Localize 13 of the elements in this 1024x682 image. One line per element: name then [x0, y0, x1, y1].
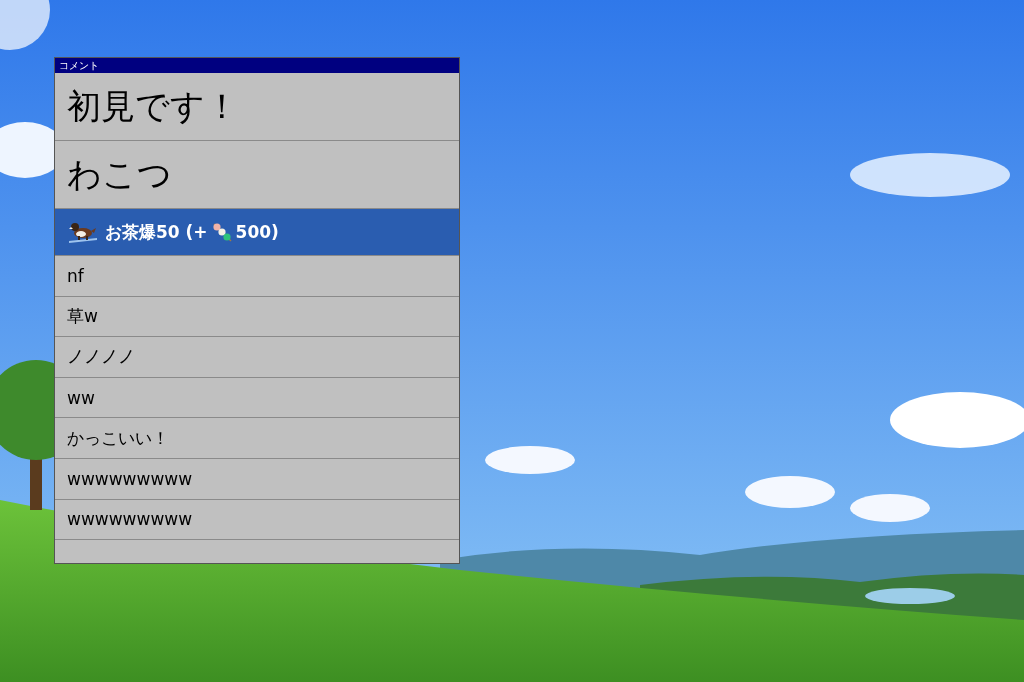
- gift-amount: 500): [235, 222, 279, 242]
- window-title: コメント: [59, 60, 99, 71]
- comment-text: 初見です！: [67, 84, 239, 128]
- comment-text: お茶爆50 (+: [105, 220, 208, 244]
- comment-text: ww: [67, 387, 95, 408]
- comment-text: かっこいい！: [67, 426, 169, 450]
- dango-icon: [210, 221, 233, 243]
- comment-text: わこつ: [67, 152, 172, 196]
- comment-text: ノノノノ: [67, 345, 135, 369]
- comment-text: wwwwwwwww: [67, 468, 193, 489]
- comment-text: nf: [67, 265, 84, 286]
- comment-text: wwwwwwwww: [67, 509, 193, 530]
- comment-text: 草w: [67, 304, 98, 328]
